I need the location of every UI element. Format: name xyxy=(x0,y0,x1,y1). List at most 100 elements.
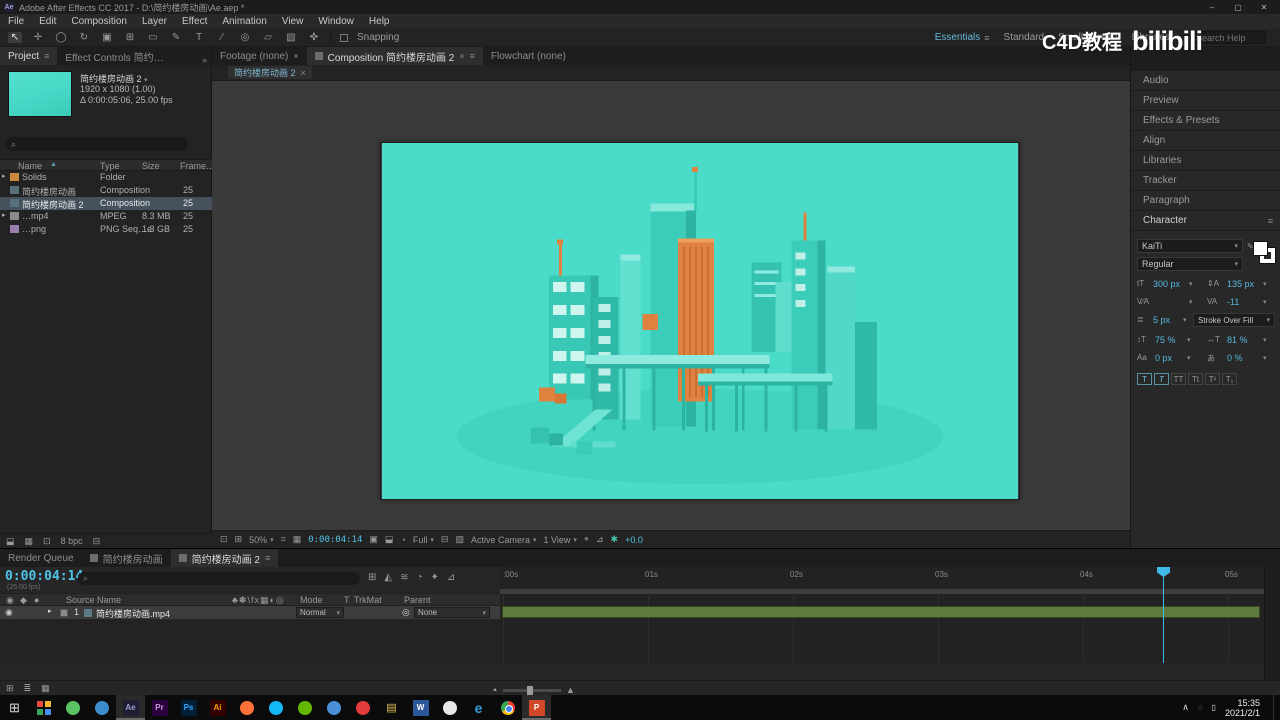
zoom-out-mountain-icon[interactable]: ▲ xyxy=(492,687,498,693)
expand-arrow-icon[interactable]: ▸ xyxy=(2,211,6,219)
taskbar-icon-wechat[interactable] xyxy=(58,695,87,720)
chevron-down-icon[interactable]: ▾ xyxy=(1263,298,1267,306)
taskbar-icon-file-explorer[interactable]: ▤ xyxy=(377,695,406,720)
panel-audio[interactable]: Audio xyxy=(1131,71,1280,90)
taskbar-icon-premiere[interactable]: Pr xyxy=(145,695,174,720)
column-source-name[interactable]: Source Name xyxy=(66,595,121,605)
table-row-png[interactable]: …png PNG Seq…e 1.3 GB 25 xyxy=(0,223,212,236)
zoom-slider-track[interactable] xyxy=(502,685,561,695)
chevron-down-icon[interactable]: ▾ xyxy=(1189,298,1193,306)
camera-tool-icon[interactable]: ▣ xyxy=(100,32,114,43)
type-tool-icon[interactable]: T xyxy=(192,32,206,43)
camera-dropdown[interactable]: Active Camera ▾ xyxy=(471,535,537,545)
tab-composition[interactable]: Composition 简约楼房动画 2 × ≡ xyxy=(306,47,483,65)
faux-italic-button[interactable]: T xyxy=(1154,373,1169,385)
playhead-handle[interactable] xyxy=(1157,567,1170,577)
panel-libraries[interactable]: Libraries xyxy=(1131,151,1280,170)
menu-window[interactable]: Window xyxy=(318,16,354,27)
workspace-standard[interactable]: Standard xyxy=(1004,32,1045,43)
taskbar-icon-green-app[interactable] xyxy=(290,695,319,720)
font-family-select[interactable]: KaiTi ▾ xyxy=(1137,239,1243,253)
tab-timeline-comp1[interactable]: 简约楼房动画 xyxy=(82,549,171,567)
column-size[interactable]: Size xyxy=(142,161,160,171)
pan-behind-tool-icon[interactable]: ⊞ xyxy=(123,32,137,43)
fast-previews-icon[interactable]: ⊿ xyxy=(596,534,604,545)
superscript-button[interactable]: T¹ xyxy=(1205,373,1220,385)
all-caps-button[interactable]: TT xyxy=(1171,373,1186,385)
show-snapshot-icon[interactable]: ⬓ xyxy=(385,534,394,545)
tracking-value[interactable]: -11 xyxy=(1227,297,1239,307)
new-folder-icon[interactable]: ▦ xyxy=(25,536,34,547)
work-area-bar[interactable] xyxy=(500,589,1264,594)
expand-arrow-icon[interactable]: ▸ xyxy=(2,172,6,180)
hide-shy-layers-icon[interactable]: ≋ xyxy=(400,572,408,583)
font-style-select[interactable]: Regular ▾ xyxy=(1137,257,1243,271)
chevron-down-icon[interactable]: ▾ xyxy=(1189,280,1193,288)
chevron-down-icon[interactable]: ▾ xyxy=(1187,354,1191,362)
tab-timeline-comp2[interactable]: 简约楼房动画 2 ≡ xyxy=(170,549,279,567)
taskbar-icon-blue-app[interactable] xyxy=(87,695,116,720)
taskbar-icon-blue-app-2[interactable] xyxy=(319,695,348,720)
chevron-down-icon[interactable]: ▾ xyxy=(1263,280,1267,288)
table-row-comp1[interactable]: 简约楼房动画 Composition 25 xyxy=(0,184,212,197)
panel-align[interactable]: Align xyxy=(1131,131,1280,150)
maximize-button[interactable]: ▢ xyxy=(1226,3,1250,12)
table-row-comp2-selected[interactable]: 简约楼房动画 2 Composition 25 xyxy=(0,197,212,210)
taskbar-icon-chrome[interactable] xyxy=(493,695,522,720)
menu-composition[interactable]: Composition xyxy=(71,16,127,27)
start-button[interactable]: ⊞ xyxy=(0,695,29,720)
tab-overflow-icon[interactable]: » xyxy=(202,55,211,65)
tray-battery-icon[interactable]: ▯ xyxy=(1212,703,1216,712)
menu-animation[interactable]: Animation xyxy=(222,16,266,27)
show-desktop-button[interactable] xyxy=(1273,695,1276,720)
tab-flowchart[interactable]: Flowchart (none) xyxy=(483,47,574,65)
menu-view[interactable]: View xyxy=(282,16,304,27)
small-caps-button[interactable]: Tt xyxy=(1188,373,1203,385)
region-of-interest-icon[interactable]: ⊟ xyxy=(441,534,449,545)
toggle-transfer-controls-icon[interactable]: ≣ xyxy=(24,683,32,694)
layer-expand-arrow-icon[interactable]: ▸ xyxy=(48,607,52,615)
selection-tool-icon[interactable]: ↖ xyxy=(8,32,22,43)
timeline-track-area[interactable]: :00s 01s 02s 03s 04s 05s xyxy=(500,567,1264,663)
project-search-input[interactable] xyxy=(20,139,171,149)
tab-effect-controls[interactable]: Effect Controls 简约楼房动画 xyxy=(57,47,177,65)
column-frame[interactable]: Frame… xyxy=(180,161,215,171)
taskbar-icon-illustrator[interactable]: Ai xyxy=(203,695,232,720)
menu-edit[interactable]: Edit xyxy=(39,16,56,27)
panel-tracker[interactable]: Tracker xyxy=(1131,171,1280,190)
interpret-footage-icon[interactable]: ⬓ xyxy=(6,536,15,547)
roto-brush-tool-icon[interactable]: ▧ xyxy=(284,32,298,43)
zoom-tool-icon[interactable]: ◯ xyxy=(54,32,68,43)
graph-editor-icon[interactable]: ⊿ xyxy=(447,572,455,583)
puppet-pin-tool-icon[interactable]: ✜ xyxy=(307,32,321,43)
motion-blur-icon[interactable]: ✦ xyxy=(431,572,439,583)
layer-row[interactable]: ◉ ▸ 1 简约楼房动画.mp4 Normal ▾ ◎ None ▾ xyxy=(0,606,500,619)
panel-preview[interactable]: Preview xyxy=(1131,91,1280,110)
toggle-switches-icon[interactable]: ⊞ xyxy=(6,683,14,694)
faux-bold-button[interactable]: T xyxy=(1137,373,1152,385)
project-bpc-label[interactable]: 8 bpc xyxy=(61,536,83,546)
horizontal-scale-value[interactable]: 81 % xyxy=(1227,335,1248,345)
new-composition-icon[interactable]: ⊡ xyxy=(43,536,51,547)
toggle-in-out-icon[interactable]: ▦ xyxy=(41,683,50,694)
workspace-menu-icon[interactable]: ≡ xyxy=(984,33,989,43)
composition-mini-flowchart-icon[interactable]: ⊞ xyxy=(368,572,376,583)
taskbar-icon-firefox[interactable] xyxy=(232,695,261,720)
chevron-down-icon[interactable]: ▾ xyxy=(144,77,148,84)
column-name[interactable]: Name xyxy=(18,161,42,171)
parent-pickwhip-icon[interactable]: ◎ xyxy=(402,607,410,618)
column-mode[interactable]: Mode xyxy=(300,595,323,605)
menu-help[interactable]: Help xyxy=(369,16,390,27)
panel-menu-icon[interactable]: ≡ xyxy=(44,51,49,61)
layer-parent-dropdown[interactable]: None ▾ xyxy=(414,607,490,618)
rotate-tool-icon[interactable]: ↻ xyxy=(77,32,91,43)
zoom-in-mountain-icon[interactable]: ▲ xyxy=(566,685,575,695)
tray-chevron-icon[interactable]: ∧ xyxy=(1182,702,1189,713)
taskbar-icon-edge[interactable]: e xyxy=(464,695,493,720)
snapshot-icon[interactable]: ▣ xyxy=(369,534,378,545)
panel-paragraph[interactable]: Paragraph xyxy=(1131,191,1280,210)
taskbar-icon-app-grid[interactable] xyxy=(29,695,58,720)
close-tab-icon[interactable]: × xyxy=(301,68,306,78)
main-monitor-icon[interactable]: ⊞ xyxy=(235,534,243,545)
stroke-width-value[interactable]: 5 px xyxy=(1153,315,1170,325)
